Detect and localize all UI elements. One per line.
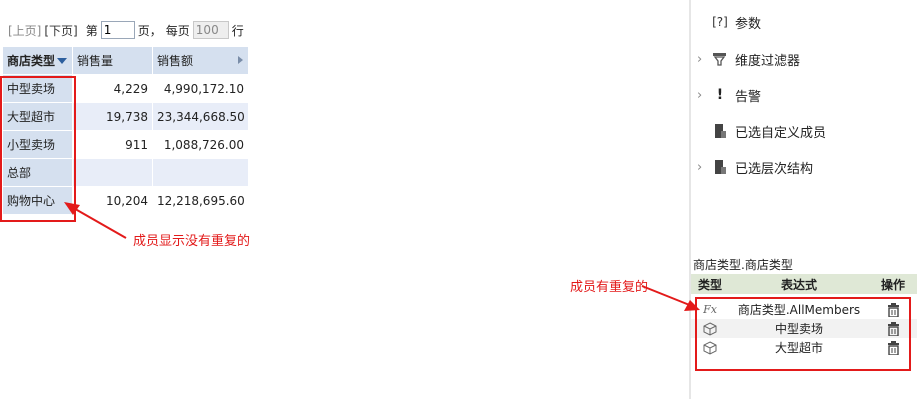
amount-cell: 12,218,695.60 [152,186,249,215]
custom-member-icon [711,122,729,140]
expression-caption: 商店类型.商店类型 [693,258,793,272]
param-icon: [?] [712,15,728,29]
table-header-row: 商店类型 销售量 销售额 [2,46,249,75]
quantity-cell: 911 [72,130,153,159]
per-page-suffix: 行 [231,23,244,38]
page-prefix: 第 [85,23,98,38]
per-page-prefix: 每页 [165,23,190,38]
hierarchy-icon [711,158,729,176]
highlight-box-expressions [695,297,911,371]
expand-right-icon[interactable] [238,56,243,64]
amount-cell: 1,088,726.00 [152,130,249,159]
next-page-link[interactable]: [下页] [44,22,77,39]
page-number-input[interactable] [100,21,135,39]
sort-desc-icon[interactable] [57,58,67,64]
annotation-text-right: 成员有重复的 [570,280,649,295]
alert-icon: ! [716,87,724,103]
annotation-text-left: 成员显示没有重复的 [133,234,251,249]
rows-per-page-input[interactable] [192,21,229,39]
amount-cell [152,158,249,187]
quantity-cell [72,158,153,187]
chevron-right-icon[interactable]: › [697,88,711,103]
panel-item-custom-members[interactable]: 已选自定义成员 [697,120,826,142]
expression-table-header: 类型 表达式 操作 [691,274,917,294]
panel-item-dimension-filter[interactable]: › 维度过滤器 [697,48,800,70]
column-header-amount[interactable]: 销售额 [152,46,249,75]
prev-page-link[interactable]: [上页] [8,22,41,39]
amount-cell: 23,344,668.50 [152,102,249,131]
page-suffix: 页， [137,23,162,38]
quantity-cell: 19,738 [72,102,153,131]
annotation-arrow-left [64,202,127,239]
annotation-arrow-right [641,285,700,311]
panel-item-params[interactable]: [?] 参数 [697,11,761,33]
column-header-quantity[interactable]: 销售量 [72,46,153,75]
panel-item-alert[interactable]: › ! 告警 [697,84,761,106]
pager: [上页] [下页] 第 页， 每页 行 [8,20,244,40]
column-header-store-type[interactable]: 商店类型 [2,46,73,75]
quantity-cell: 4,229 [72,74,153,103]
chevron-right-icon[interactable]: › [697,160,711,175]
chevron-right-icon[interactable]: › [697,52,711,67]
panel-item-hierarchy[interactable]: › 已选层次结构 [697,156,813,178]
amount-cell: 4,990,172.10 [152,74,249,103]
filter-icon [711,50,729,68]
